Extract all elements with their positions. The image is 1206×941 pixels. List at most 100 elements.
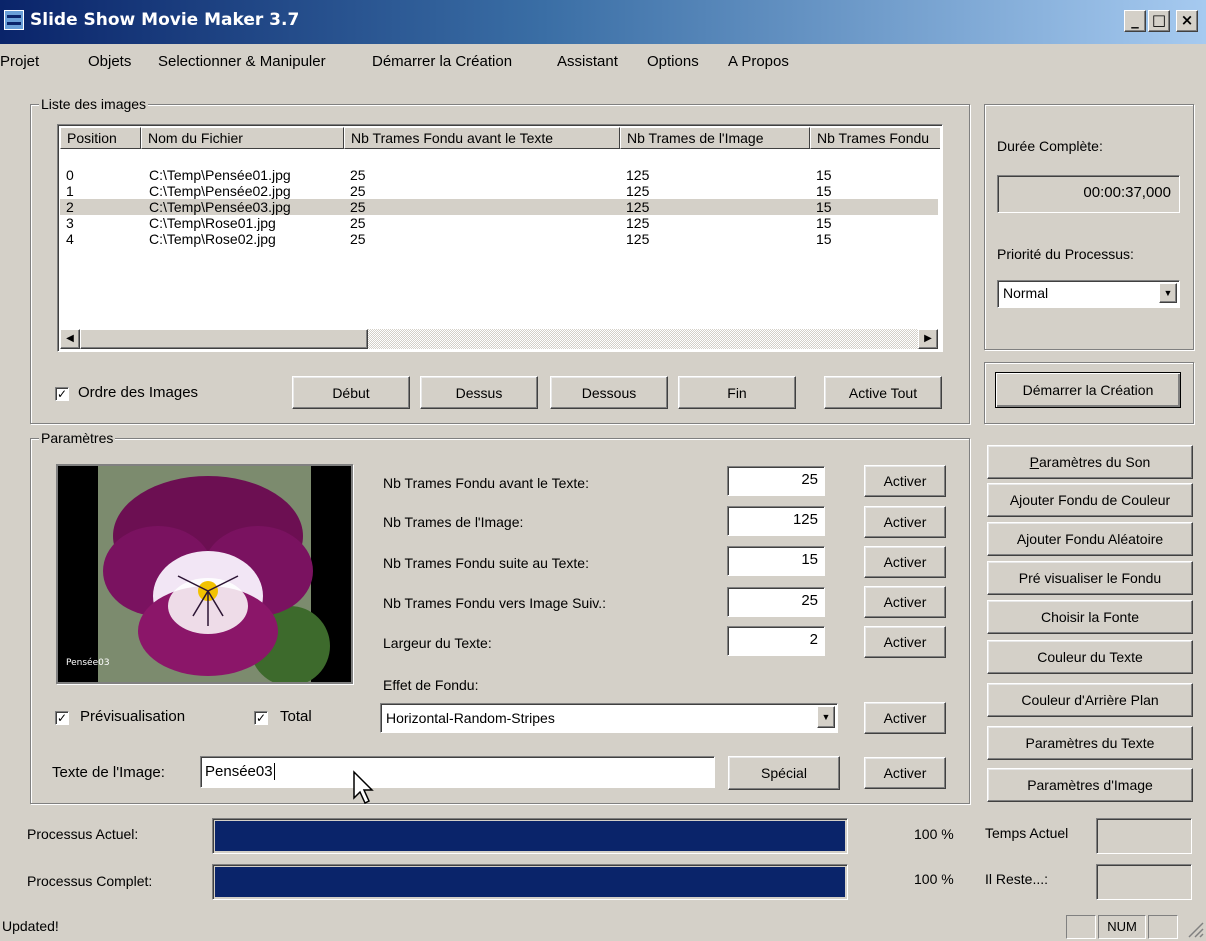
text-color-button[interactable]: Couleur du Texte <box>987 640 1193 674</box>
list-cell: 125 <box>626 231 650 247</box>
activate-effect-button[interactable]: Activer <box>864 702 946 734</box>
total-label: Total <box>280 708 312 725</box>
priority-select[interactable]: Normal ▼ <box>997 280 1180 308</box>
menu-assistant[interactable]: Assistant <box>557 50 618 74</box>
activate-button-3[interactable]: Activer <box>864 586 946 618</box>
frames-before-text-field[interactable]: 25 <box>727 466 825 496</box>
current-percent: 100 % <box>914 826 954 842</box>
frames-after-text-field[interactable]: 15 <box>727 546 825 576</box>
scroll-left-icon[interactable]: ◀ <box>60 329 80 349</box>
activate-all-button[interactable]: Active Tout <box>824 376 942 409</box>
list-cell: C:\Temp\Pensée01.jpg <box>149 167 291 183</box>
image-text-label: Texte de l'Image: <box>52 764 165 781</box>
list-cell: 25 <box>350 183 366 199</box>
param-label-4: Largeur du Texte: <box>383 635 492 651</box>
status-panel-num: NUM <box>1098 915 1146 939</box>
menu-selectionner[interactable]: Selectionner & Manipuler <box>158 50 326 74</box>
column-position[interactable]: Position <box>60 127 141 149</box>
list-item[interactable]: 0 C:\Temp\Pensée01.jpg 25 125 15 <box>60 167 938 183</box>
mouse-cursor-icon <box>353 770 374 805</box>
add-random-fade-button[interactable]: Ajouter Fondu Aléatoire <box>987 522 1193 556</box>
params-group-label: Paramètres <box>39 430 116 446</box>
complete-percent: 100 % <box>914 871 954 887</box>
column-image-frames[interactable]: Nb Trames de l'Image <box>620 127 810 149</box>
duration-value: 00:00:37,000 <box>997 175 1180 213</box>
sound-params-accel: P <box>1029 454 1040 470</box>
list-item[interactable]: 4 C:\Temp\Rose02.jpg 25 125 15 <box>60 231 938 247</box>
preview-image: Pensée03 <box>56 464 353 686</box>
start-creation-button[interactable]: Démarrer la Création <box>995 372 1181 408</box>
effect-label: Effet de Fondu: <box>383 677 479 693</box>
column-filename[interactable]: Nom du Fichier <box>141 127 344 149</box>
menu-demarrer[interactable]: Démarrer la Création <box>372 50 512 74</box>
param-label-3: Nb Trames Fondu vers Image Suiv.: <box>383 595 607 611</box>
menu-projet[interactable]: Projet <box>0 50 39 74</box>
scroll-right-icon[interactable]: ▶ <box>918 329 938 349</box>
resize-grip-icon[interactable] <box>1186 920 1204 938</box>
background-color-button[interactable]: Couleur d'Arrière Plan <box>987 683 1193 717</box>
list-header: Position Nom du Fichier Nb Trames Fondu … <box>60 127 940 149</box>
list-hscrollbar[interactable]: ◀ ▶ <box>60 329 938 349</box>
image-params-button[interactable]: Paramètres d'Image <box>987 768 1193 802</box>
activate-text-button[interactable]: Activer <box>864 757 946 789</box>
column-frames-before-text[interactable]: Nb Trames Fondu avant le Texte <box>344 127 620 149</box>
order-checkbox[interactable]: ✓ <box>55 387 69 401</box>
scroll-thumb[interactable] <box>80 329 368 349</box>
list-cell: 15 <box>816 231 832 247</box>
end-button[interactable]: Fin <box>678 376 796 409</box>
add-color-fade-button[interactable]: Ajouter Fondu de Couleur <box>987 483 1193 517</box>
list-cell: 15 <box>816 167 832 183</box>
current-time-field <box>1096 818 1192 854</box>
up-button[interactable]: Dessus <box>420 376 538 409</box>
column-frames-after[interactable]: Nb Trames Fondu <box>810 127 940 149</box>
image-text-value: Pensée03 <box>205 763 275 780</box>
activate-button-1[interactable]: Activer <box>864 506 946 538</box>
image-list-group-label: Liste des images <box>39 96 149 112</box>
current-progress-bar <box>212 818 848 854</box>
preview-fade-button[interactable]: Pré visualiser le Fondu <box>987 561 1193 595</box>
list-cell: 0 <box>66 167 74 183</box>
list-cell: C:\Temp\Rose02.jpg <box>149 231 276 247</box>
list-item[interactable]: 2 C:\Temp\Pensée03.jpg 25 125 15 <box>60 199 938 215</box>
list-item[interactable]: 3 C:\Temp\Rose01.jpg 25 125 15 <box>60 215 938 231</box>
activate-button-4[interactable]: Activer <box>864 626 946 658</box>
choose-font-button[interactable]: Choisir la Fonte <box>987 600 1193 634</box>
list-cell: 15 <box>816 199 832 215</box>
close-button[interactable]: × <box>1176 10 1198 32</box>
status-message: Updated! <box>2 918 59 934</box>
complete-process-label: Processus Complet: <box>27 873 153 889</box>
remaining-label: Il Reste...: <box>985 871 1049 887</box>
start-button[interactable]: Début <box>292 376 410 409</box>
remaining-field <box>1096 864 1192 900</box>
menu-options[interactable]: Options <box>647 50 699 74</box>
preview-label: Prévisualisation <box>80 708 186 725</box>
total-checkbox[interactable]: ✓ <box>254 711 268 725</box>
activate-button-0[interactable]: Activer <box>864 465 946 497</box>
list-cell: 4 <box>66 231 74 247</box>
frames-next-image-field[interactable]: 25 <box>727 587 825 617</box>
activate-button-2[interactable]: Activer <box>864 546 946 578</box>
text-params-button[interactable]: Paramètres du Texte <box>987 726 1193 760</box>
menu-objets[interactable]: Objets <box>88 50 131 74</box>
priority-value: Normal <box>1003 285 1049 301</box>
sound-params-button[interactable]: Paramètres du Son <box>987 445 1193 479</box>
special-button[interactable]: Spécial <box>728 756 840 790</box>
preview-checkbox[interactable]: ✓ <box>55 711 69 725</box>
text-width-field[interactable]: 2 <box>727 626 825 656</box>
list-cell: 3 <box>66 215 74 231</box>
chevron-down-icon[interactable]: ▼ <box>817 706 835 728</box>
menu-apropos[interactable]: A Propos <box>728 50 789 74</box>
image-text-input[interactable]: Pensée03 <box>200 756 715 788</box>
image-list-view[interactable]: Position Nom du Fichier Nb Trames Fondu … <box>57 124 943 352</box>
list-cell: 15 <box>816 215 832 231</box>
chevron-down-icon[interactable]: ▼ <box>1159 283 1177 303</box>
list-cell: 1 <box>66 183 74 199</box>
list-item[interactable]: 1 C:\Temp\Pensée02.jpg 25 125 15 <box>60 183 938 199</box>
maximize-button[interactable]: □ <box>1148 10 1170 32</box>
status-panel-caps <box>1066 915 1096 939</box>
effect-select[interactable]: Horizontal-Random-Stripes ▼ <box>380 703 838 733</box>
title-bar[interactable]: Slide Show Movie Maker 3.7 _ □ × <box>0 0 1206 44</box>
down-button[interactable]: Dessous <box>550 376 668 409</box>
minimize-button[interactable]: _ <box>1124 10 1146 32</box>
image-frames-field[interactable]: 125 <box>727 506 825 536</box>
